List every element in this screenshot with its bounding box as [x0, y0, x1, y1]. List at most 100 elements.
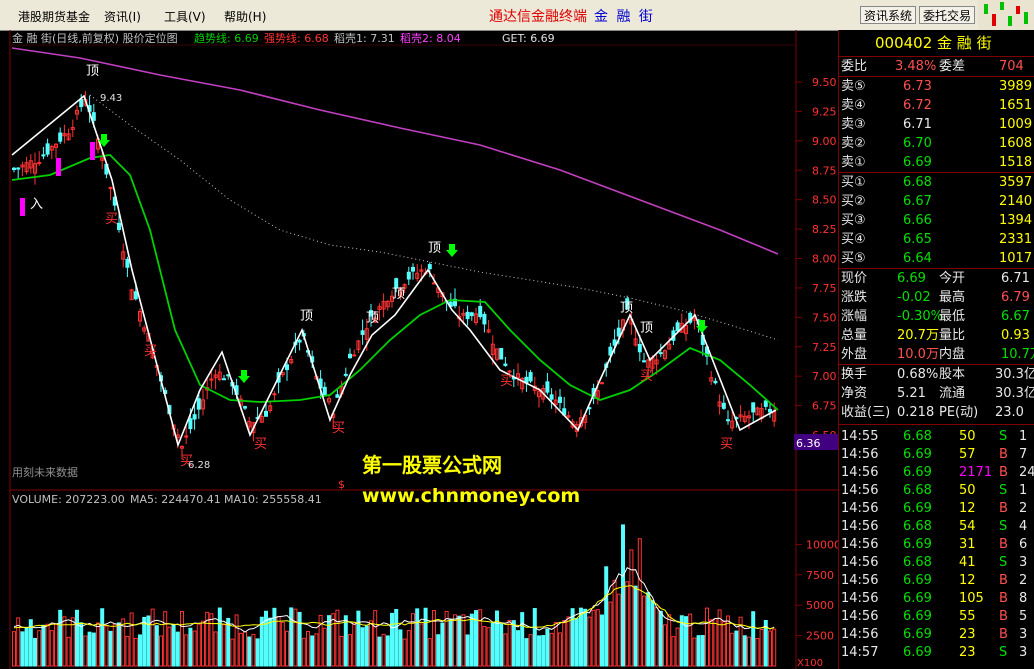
volume-bar — [301, 637, 306, 667]
volume-bar — [511, 620, 516, 667]
candle-body — [196, 398, 201, 410]
order-trade-button[interactable]: 委托交易 — [919, 6, 975, 24]
volume-bar — [129, 612, 134, 667]
tick-volume: 50 — [959, 429, 976, 444]
buy-level-label: 买④ — [841, 232, 866, 247]
top-mark: 顶 — [428, 241, 441, 256]
strong-line-label: 强势线: 6.68 — [264, 31, 329, 45]
price-tick-label: 6.75 — [812, 400, 837, 413]
price-tag: 6.36 — [796, 437, 821, 450]
volume-bar — [364, 625, 369, 667]
volume-bar — [171, 624, 176, 667]
top-mark: 顶 — [392, 287, 405, 302]
volume-bar — [688, 613, 693, 667]
candle-body — [12, 167, 16, 170]
volume-bar — [469, 613, 474, 667]
mini-indicator-strip — [978, 0, 1034, 30]
candle-body — [133, 291, 138, 300]
volume-tick-label: 5000 — [806, 599, 834, 612]
volume-bar — [343, 615, 348, 667]
tick-volume: 105 — [959, 591, 984, 606]
down-arrow-icon — [446, 244, 458, 257]
stat-row: 涨跌 -0.02 最高 6.79 — [839, 289, 1034, 307]
tick-count: 24 — [1019, 465, 1034, 480]
tick-volume: 57 — [959, 447, 976, 462]
candle-body — [600, 382, 604, 385]
tick-time: 14:56 — [841, 537, 879, 552]
volume-bar — [83, 635, 88, 667]
tick-price: 6.68 — [903, 555, 932, 570]
sell-level-row: 卖① 6.69 1518 — [839, 154, 1034, 172]
volume-bar — [478, 609, 483, 667]
volume-bar — [713, 618, 718, 667]
volume-bar — [306, 630, 310, 667]
volume-bar — [537, 635, 541, 667]
volume-bar — [150, 608, 155, 667]
sell-level-price: 6.72 — [903, 98, 932, 113]
sell-level-price: 6.73 — [903, 79, 932, 94]
volume-bar — [209, 613, 214, 667]
volume-bar — [272, 607, 277, 667]
volume-bar — [772, 628, 777, 667]
volume-bar — [759, 629, 764, 667]
candle-body — [343, 373, 348, 376]
volume-bar — [734, 630, 739, 667]
volume-bar — [381, 633, 386, 667]
volume-bar — [255, 638, 260, 667]
finance-label: 流通 — [939, 386, 966, 401]
stat-label: 涨幅 — [841, 309, 868, 324]
candle-body — [768, 408, 772, 413]
volume-bar — [79, 622, 84, 667]
volume-bar — [721, 621, 726, 667]
tick-count: 4 — [1019, 519, 1028, 534]
menu-item-help[interactable]: 帮助(H) — [224, 8, 266, 25]
candle-body — [549, 394, 554, 400]
sell-level-price: 6.71 — [903, 117, 932, 132]
menu-item-tools[interactable]: 工具(V) — [164, 8, 206, 25]
volume-bar — [33, 637, 37, 667]
volume-bar — [448, 618, 453, 667]
stat-label: 最高 — [939, 290, 966, 305]
tick-side: B — [999, 627, 1008, 642]
weibi-row: 委比 3.48% 委差 704 — [839, 58, 1034, 76]
volume-bar — [742, 635, 747, 667]
tick-side: B — [999, 609, 1008, 624]
tick-row: 14:56 6.69 12 B 2 — [839, 500, 1034, 518]
buy-mark: 买 — [500, 374, 513, 389]
volume-bar — [667, 614, 672, 667]
volume-bar — [201, 620, 205, 667]
volume-bar — [142, 616, 147, 667]
volume-bar — [58, 609, 63, 667]
volume-bar — [629, 549, 634, 667]
finance-row: 换手 0.68% 股本 30.3亿 — [839, 366, 1034, 384]
volume-bar — [406, 630, 411, 667]
candle-body — [58, 132, 63, 142]
volume-bar — [625, 581, 630, 667]
chart-title: 金 融 街(日线,前复权) 股价定位图 — [12, 31, 178, 45]
volume-bar — [427, 638, 432, 667]
info-system-button[interactable]: 资讯系统 — [860, 6, 916, 24]
tick-price: 6.69 — [903, 537, 932, 552]
no-future-data-note: 用刻未来数据 — [12, 465, 78, 479]
volume-bar — [125, 635, 130, 667]
volume-bar — [579, 607, 583, 667]
volume-bar — [524, 638, 529, 667]
volume-bar — [595, 609, 600, 667]
volume-bar — [432, 610, 436, 667]
stat-row: 现价 6.69 今开 6.71 — [839, 270, 1034, 288]
long-ma-line — [11, 47, 779, 255]
sell-level-volume: 1651 — [999, 98, 1033, 113]
finance-label: PE(动) — [939, 405, 979, 420]
candle-body — [721, 402, 726, 409]
volume-bar — [66, 636, 71, 667]
buy-level-label: 买③ — [841, 213, 866, 228]
volume-bar — [415, 608, 420, 667]
volume-bar — [394, 609, 399, 667]
menu-item-info[interactable]: 资讯(I) — [104, 8, 141, 25]
volume-bar — [335, 609, 340, 667]
volume-bar — [360, 627, 365, 667]
menu-item-hk-futures[interactable]: 港股期货基金 — [18, 8, 90, 25]
candle-body — [125, 258, 130, 268]
price-chart[interactable]: 9.50 9.25 9.00 8.75 8.50 8.25 8.00 7.75 7.50 7.25… — [0, 30, 838, 669]
volume-bar — [663, 624, 667, 667]
